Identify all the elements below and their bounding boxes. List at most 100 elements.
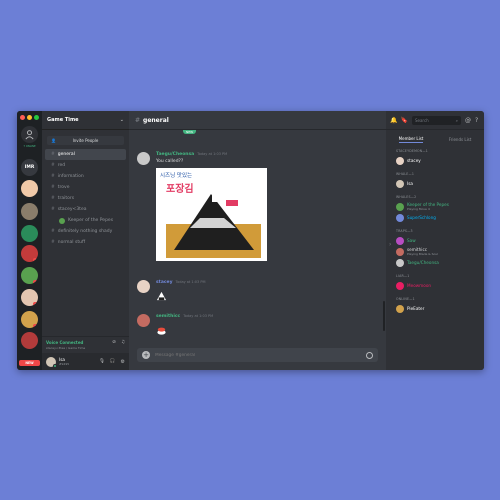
member-name: Saw: [407, 238, 416, 243]
avatar: [396, 236, 404, 245]
channel-sidebar: Game Time ⌄ 👤 Invite People # general # red…: [42, 111, 129, 370]
server-name: Game Time: [47, 117, 79, 123]
server-icon[interactable]: 1: [21, 289, 38, 306]
avatar[interactable]: [46, 356, 57, 368]
avatar[interactable]: [137, 152, 150, 165]
message-timestamp: Today at 1:03 PM: [183, 314, 214, 318]
chevron-left-icon[interactable]: ›: [389, 241, 391, 248]
channel-item-red[interactable]: # red: [45, 160, 126, 171]
tab-member-list[interactable]: Member List: [398, 136, 424, 143]
message-author[interactable]: Taegu/Cheonsa: [156, 152, 194, 157]
mention-icon[interactable]: @: [465, 117, 471, 124]
channel-label: Keeper of the Pepes: [68, 218, 114, 223]
search-box[interactable]: Search ⌕: [411, 115, 461, 125]
new-messages-bar[interactable]: NEW: [183, 130, 197, 134]
channel-item-definitely-nothing-shady[interactable]: # definitely nothing shady: [45, 226, 126, 237]
new-unreads-badge[interactable]: NEW: [19, 360, 40, 366]
message-image[interactable]: 시즈닝 맛있는 포장김: [156, 168, 267, 261]
avatar: [396, 213, 404, 222]
server-icon[interactable]: [21, 180, 38, 197]
server-header[interactable]: Game Time ⌄: [42, 111, 129, 130]
channel-item-general[interactable]: # general: [45, 149, 126, 160]
message-input-bar: +: [137, 348, 378, 362]
mention-badge: 4: [33, 280, 38, 284]
headphones-icon[interactable]: 🎧: [110, 359, 116, 364]
server-icon[interactable]: [21, 203, 38, 220]
search-icon: ⌕: [455, 117, 458, 123]
member-item[interactable]: Isa: [396, 178, 484, 189]
avatar: [396, 202, 404, 211]
member-item[interactable]: Keeper of the Pepes Playing Move 4: [396, 201, 484, 212]
member-name: Meowmoon: [407, 283, 432, 288]
member-item[interactable]: semithicc Playing Blade & Soul: [396, 246, 484, 257]
channel-list: # general # red # information # trove # traitors #…: [42, 149, 129, 248]
sushi-emoji: [156, 321, 213, 340]
channel-item-normal-stuff[interactable]: # normal stuff: [45, 237, 126, 248]
channel-label: red: [57, 163, 66, 168]
close-window-button[interactable]: [20, 115, 25, 120]
bell-icon[interactable]: 🔔: [390, 117, 397, 124]
member-tabs: Member List Friends List: [386, 130, 484, 143]
gear-icon[interactable]: ⚙: [121, 359, 125, 365]
hash-icon: #: [51, 240, 55, 245]
message-author[interactable]: stacey: [156, 280, 173, 285]
member-item[interactable]: SuperSchlong: [396, 212, 484, 223]
channel-label: normal stuff: [57, 240, 86, 245]
server-icon[interactable]: [21, 225, 38, 242]
message-input[interactable]: [155, 352, 366, 358]
avatar[interactable]: [137, 280, 150, 293]
voice-channel-member[interactable]: Keeper of the Pepes: [45, 215, 126, 226]
friends-home-icon[interactable]: [21, 126, 38, 143]
member-item[interactable]: Taegu/Cheonsa: [396, 257, 484, 268]
chat-scrollbar[interactable]: [383, 301, 385, 331]
channel-item-stacey-3tea[interactable]: # stacey<3tea: [45, 204, 126, 215]
server-icon[interactable]: 4: [21, 267, 38, 284]
rice-ball-emoji: [156, 287, 206, 306]
avatar: [396, 179, 404, 188]
channel-title: general: [143, 116, 169, 124]
maximize-window-button[interactable]: [34, 115, 39, 120]
music-icon[interactable]: ♫: [121, 340, 125, 345]
voice-detail: stacey<3tea / Game Time: [46, 346, 86, 350]
channel-item-information[interactable]: # information: [45, 171, 126, 182]
avatar: [396, 156, 404, 165]
disconnect-icon[interactable]: ⊘: [112, 340, 116, 345]
channel-item-traitors[interactable]: # traitors: [45, 193, 126, 204]
microphone-icon[interactable]: 🎙: [99, 359, 105, 364]
message-timestamp: Today at 1:03 PM: [175, 280, 206, 284]
member-item[interactable]: PieEater: [396, 303, 484, 314]
avatar: [396, 304, 404, 313]
channel-item-trove[interactable]: # trove: [45, 182, 126, 193]
seaweed-snack-illustration: [166, 194, 261, 258]
hash-icon: #: [51, 163, 55, 168]
minimize-window-button[interactable]: [27, 115, 32, 120]
voice-connection-panel: Voice Connected ⊘ ♫ stacey<3tea / Game T…: [42, 336, 129, 353]
member-list: STACEYDEMON—1 stacey WHALE—1 Isa WHALES—2 Kee…: [386, 149, 484, 314]
channel-label: traitors: [57, 196, 75, 201]
member-panel-header: 🔔 🔖 Search ⌕ @ ?: [386, 111, 484, 130]
invite-people-button[interactable]: 👤 Invite People: [47, 136, 124, 145]
voice-status: Voice Connected: [46, 340, 84, 345]
search-placeholder: Search: [414, 117, 429, 123]
member-panel: 🔔 🔖 Search ⌕ @ ? Member List Friends Lis…: [386, 111, 484, 370]
avatar[interactable]: [137, 314, 150, 327]
pin-icon[interactable]: 🔖: [400, 117, 407, 124]
message-timestamp: Today at 1:03 PM: [197, 152, 228, 156]
server-icon[interactable]: [21, 332, 38, 349]
channel-label: information: [57, 174, 84, 179]
chat-message: Taegu/Cheonsa Today at 1:03 PM You calle…: [137, 152, 267, 261]
member-group-header: WHALES—2: [396, 195, 417, 199]
upload-plus-icon[interactable]: +: [142, 351, 150, 359]
server-icon[interactable]: 3: [21, 311, 38, 328]
member-item[interactable]: Saw: [396, 235, 484, 246]
tab-friends-list[interactable]: Friends List: [449, 137, 472, 143]
server-icon[interactable]: 2: [21, 245, 38, 262]
member-item[interactable]: stacey: [396, 155, 484, 166]
hash-icon: #: [51, 152, 55, 157]
help-icon[interactable]: ?: [475, 117, 478, 124]
server-imr[interactable]: IMR: [21, 159, 38, 176]
emoji-picker-icon[interactable]: [366, 351, 373, 359]
member-item[interactable]: Meowmoon: [396, 280, 484, 291]
server-list: 7 ONLINE IMR 2 4 1 3 NEW: [17, 111, 42, 370]
message-author[interactable]: semithicc: [156, 314, 180, 319]
